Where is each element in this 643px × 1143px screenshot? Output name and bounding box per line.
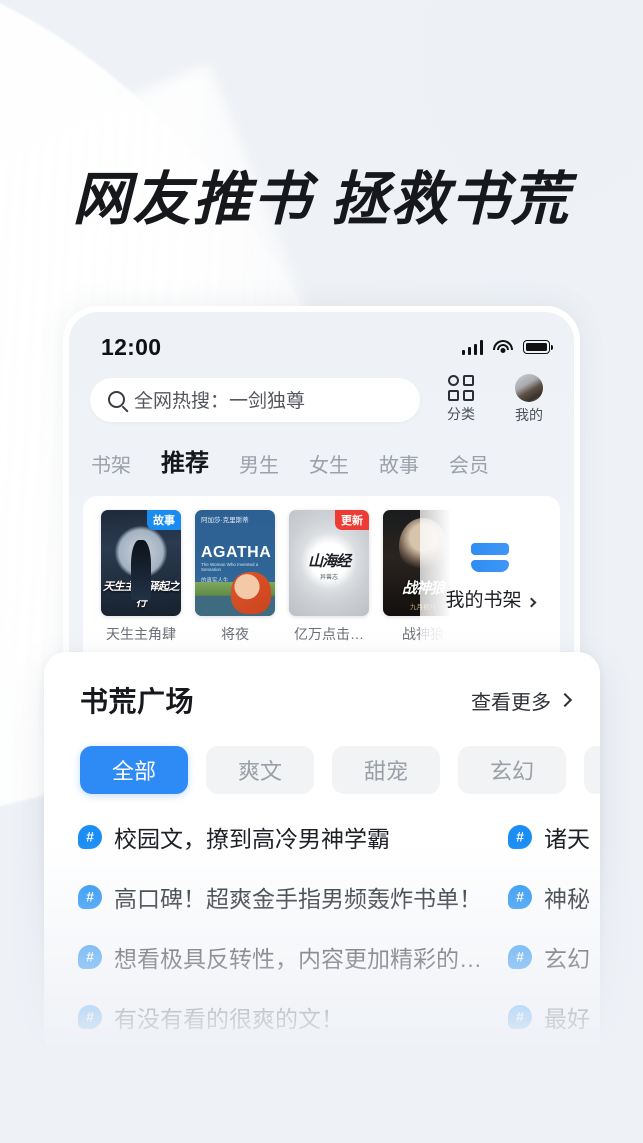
chip-shuangwen[interactable]: 爽文	[206, 746, 314, 794]
tab-recommend[interactable]: 推荐	[161, 443, 209, 480]
book-badge: 更新	[335, 510, 369, 530]
page-headline: 网友推书 拯救书荒	[0, 152, 643, 236]
book-item[interactable]: 阿加莎·克里斯蒂 AGATHA The Woman Who Invented a…	[195, 510, 275, 644]
search-icon	[108, 391, 125, 408]
chevron-right-icon	[526, 597, 536, 607]
bookshelf-icon	[471, 543, 509, 573]
category-button[interactable]: 分类	[434, 375, 488, 424]
cover-figure-art	[231, 572, 271, 614]
book-title: 天生主角肆	[101, 624, 181, 644]
profile-label: 我的	[502, 405, 556, 425]
search-placeholder: 全网热搜：一剑独尊	[134, 386, 305, 413]
nav-tabs: 书架 推荐 男生 女生 故事 会员	[69, 425, 574, 480]
status-icons	[462, 340, 550, 355]
book-cover: 阿加莎·克里斯蒂 AGATHA The Woman Who Invented a…	[195, 510, 275, 616]
book-badge: 故事	[147, 510, 181, 530]
cover-caption-art: The Woman Who Invented a Sensation	[201, 562, 275, 572]
book-item[interactable]: 更新 山海经 异兽志 亿万点击…	[289, 510, 369, 644]
tab-shelf[interactable]: 书架	[91, 449, 131, 480]
battery-full-icon	[523, 340, 550, 354]
chip-xuanhuan[interactable]: 玄幻	[458, 746, 566, 794]
my-bookshelf-text: 我的书架	[445, 590, 521, 611]
my-bookshelf-label: 我的书架	[445, 585, 534, 612]
my-bookshelf-button[interactable]: 我的书架	[420, 496, 560, 658]
avatar-icon	[515, 374, 543, 402]
grid-icon	[448, 375, 474, 401]
tab-female[interactable]: 女生	[309, 449, 349, 480]
tab-story[interactable]: 故事	[379, 449, 419, 480]
chip-dushi[interactable]: 都市	[584, 746, 600, 794]
cover-title-art: 天生主角 驿起之行	[101, 578, 181, 610]
view-more-label: 查看更多	[471, 686, 551, 715]
bottom-fade-overlay	[0, 843, 643, 1143]
book-cover: 故事 天生主角 驿起之行	[101, 510, 181, 616]
profile-button[interactable]: 我的	[502, 374, 556, 425]
chip-tianchong[interactable]: 甜宠	[332, 746, 440, 794]
book-cover: 更新 山海经 异兽志	[289, 510, 369, 616]
cover-subtitle-art: 阿加莎·克里斯蒂	[201, 516, 269, 526]
category-chip-row: 全部 爽文 甜宠 玄幻 都市	[44, 720, 600, 794]
cover-title-art: 山海经	[289, 550, 369, 571]
plaza-header: 书荒广场 查看更多	[44, 652, 600, 720]
tab-male[interactable]: 男生	[239, 449, 279, 480]
wifi-icon	[493, 340, 513, 355]
search-row: 全网热搜：一剑独尊 分类 我的	[69, 370, 574, 425]
search-input[interactable]: 全网热搜：一剑独尊	[90, 378, 420, 422]
status-bar: 12:00	[69, 312, 574, 370]
chevron-right-icon	[558, 693, 572, 707]
plaza-title: 书荒广场	[80, 680, 194, 720]
tab-vip[interactable]: 会员	[449, 449, 489, 480]
book-title: 将夜	[195, 624, 275, 644]
category-label: 分类	[434, 404, 488, 424]
cover-caption-art: 异兽志	[289, 572, 369, 581]
book-carousel: 故事 天生主角 驿起之行 天生主角肆 阿加莎·克里斯蒂 AGATHA The W…	[83, 496, 560, 658]
book-item[interactable]: 故事 天生主角 驿起之行 天生主角肆	[101, 510, 181, 644]
status-clock: 12:00	[101, 334, 161, 361]
cover-title-art: AGATHA	[201, 544, 271, 562]
book-title: 亿万点击…	[289, 624, 369, 644]
cellular-bars-icon	[462, 340, 483, 355]
chip-all[interactable]: 全部	[80, 746, 188, 794]
view-more-button[interactable]: 查看更多	[471, 686, 570, 715]
